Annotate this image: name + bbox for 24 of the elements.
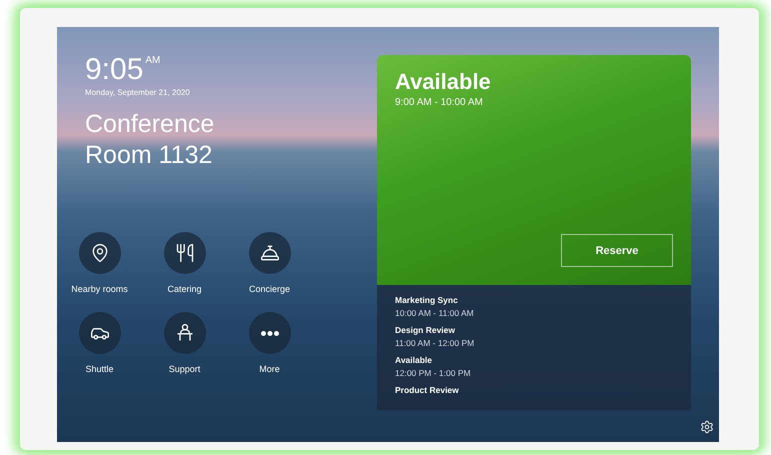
person-at-desk-icon: [174, 323, 194, 343]
settings-icon[interactable]: [700, 420, 714, 434]
meeting-title: Design Review: [395, 325, 456, 335]
status-title: Available: [395, 69, 492, 95]
action-button[interactable]: Nearby rooms: [57, 232, 142, 294]
reserve-button[interactable]: Reserve: [561, 234, 673, 267]
action-button[interactable]: More: [227, 312, 312, 374]
action-button[interactable]: Shuttle: [57, 312, 142, 374]
room-name: Conference Room 1132: [85, 109, 216, 170]
meeting-title: Product Review: [395, 385, 460, 395]
action-button[interactable]: Support: [142, 312, 227, 374]
meeting-time: 11:00 AM - 12:00 PM: [395, 338, 476, 348]
more-icon: [260, 330, 278, 336]
date-text: Monday, September 21, 2020: [85, 88, 191, 97]
bell-icon: [260, 243, 280, 263]
meeting-title: Marketing Sync: [395, 295, 459, 305]
fork-knife-icon: [174, 243, 194, 263]
meeting-time: 10:00 AM - 11:00 AM: [395, 308, 475, 318]
meeting-time: 12:00 PM - 1:00 PM: [395, 368, 472, 378]
action-button[interactable]: Concierge: [227, 232, 312, 294]
meeting-title: Available: [395, 355, 434, 365]
status-time: 9:00 AM - 10:00 AM: [395, 97, 484, 108]
location-pin-icon: [90, 243, 110, 263]
action-button[interactable]: Catering: [142, 232, 227, 294]
